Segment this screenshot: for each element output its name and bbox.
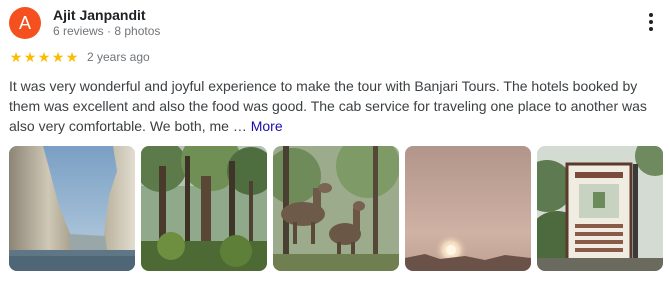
review-text: It was very wonderful and joyful experie… <box>9 78 647 134</box>
review-photo-sunset[interactable] <box>405 146 531 271</box>
more-vert-icon[interactable] <box>641 10 661 34</box>
photo-strip <box>9 146 663 271</box>
star-icon: ★ <box>23 49 37 65</box>
review-photo-deer[interactable] <box>273 146 399 271</box>
star-icon: ★ <box>65 49 79 65</box>
rating-row: ★ ★ ★ ★ ★ 2 years ago <box>9 49 150 65</box>
reviewer-stats: 6 reviews · 8 photos <box>53 24 161 38</box>
reviewer-name[interactable]: Ajit Janpandit <box>53 7 146 23</box>
review-text-block: It was very wonderful and joyful experie… <box>9 76 661 136</box>
star-icon: ★ <box>9 49 23 65</box>
more-button[interactable]: More <box>251 118 283 134</box>
review-photo-signboard[interactable] <box>537 146 663 271</box>
star-icon: ★ <box>51 49 65 65</box>
review-time: 2 years ago <box>87 50 150 64</box>
star-rating: ★ ★ ★ ★ ★ <box>9 49 79 65</box>
review-photo-forest[interactable] <box>141 146 267 271</box>
review-photo-gorge[interactable] <box>9 146 135 271</box>
reviewer-avatar[interactable]: A <box>9 7 41 39</box>
star-icon: ★ <box>37 49 51 65</box>
